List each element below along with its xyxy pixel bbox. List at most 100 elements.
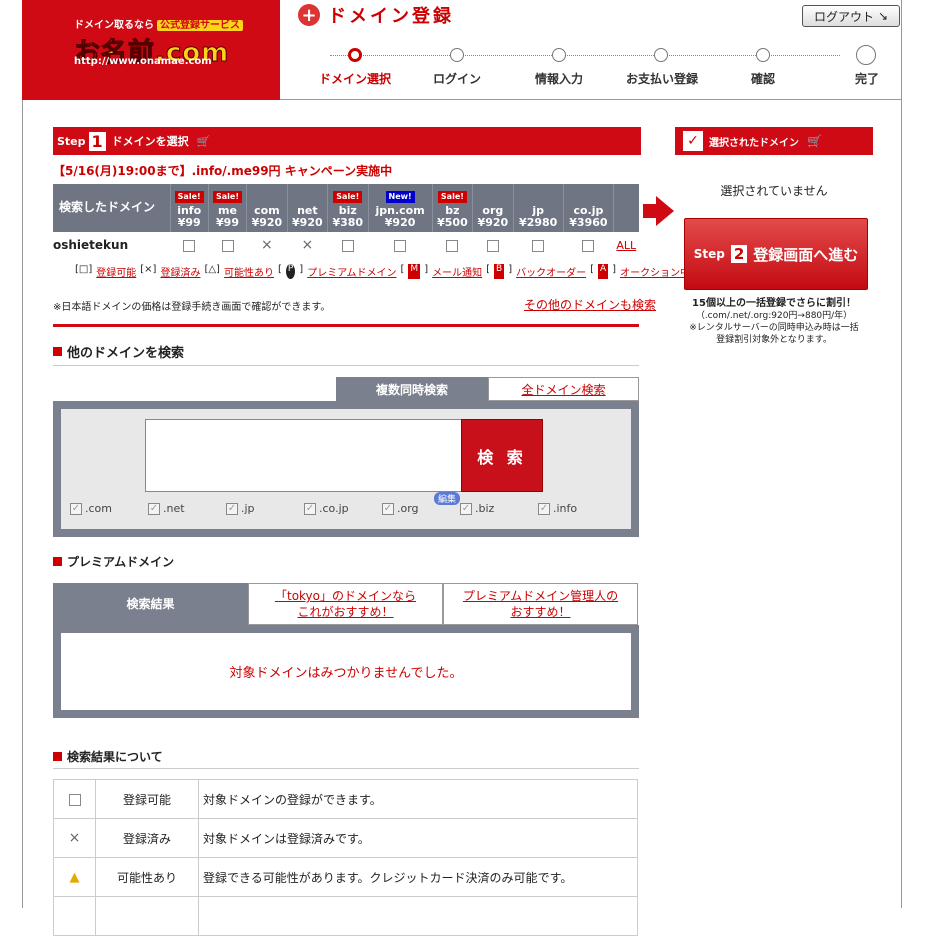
table-row: × 登録済み 対象ドメインは登録済みです。 bbox=[53, 818, 638, 858]
header-searched-domain: 検索したドメイン bbox=[53, 184, 170, 232]
domain-checkbox[interactable] bbox=[341, 239, 354, 252]
premium-section-heading: プレミアムドメイン bbox=[53, 553, 174, 570]
taken-x-icon: × bbox=[261, 237, 273, 253]
legend-premium-link[interactable]: プレミアムドメイン bbox=[307, 264, 396, 279]
premium-icon: P bbox=[285, 264, 296, 279]
domain-checkbox[interactable] bbox=[446, 239, 459, 252]
tab-all-domain-search[interactable]: 全ドメイン検索 bbox=[488, 377, 639, 401]
tld-checkbox-item[interactable]: ✓ .com bbox=[70, 502, 112, 515]
logout-button[interactable]: ログアウト ↘ bbox=[802, 5, 900, 27]
discount-prices: （.com/.net/.org:920円→880円/年） bbox=[695, 311, 853, 321]
domain-status-cell[interactable] bbox=[208, 232, 246, 258]
domain-checkbox[interactable] bbox=[183, 239, 196, 252]
tld-checkbox-item[interactable]: ✓ .org bbox=[382, 502, 419, 515]
tld-checkbox-item[interactable]: ✓ .biz bbox=[460, 502, 494, 515]
tab-tokyo-link[interactable]: 「tokyo」のドメインなら これがおすすめ！ bbox=[275, 588, 416, 620]
tld-checkbox-item[interactable]: ✓ .info bbox=[538, 502, 577, 515]
step-dot-2 bbox=[450, 48, 464, 62]
tld-checkbox-item[interactable]: ✓ .jp bbox=[226, 502, 255, 515]
legend-possible-link[interactable]: 可能性あり bbox=[224, 264, 274, 279]
step-label-6: 完了 bbox=[854, 72, 880, 86]
available-icon bbox=[53, 779, 96, 819]
domain-results-table: 検索したドメイン Sale! info ¥99 Sale! me ¥99 com ¥920 ne… bbox=[53, 184, 639, 258]
results-about-heading: 検索結果について bbox=[53, 748, 163, 765]
square-bullet-icon bbox=[53, 557, 62, 566]
legend-auction-link[interactable]: オークション中 bbox=[620, 264, 690, 279]
domain-status-cell[interactable] bbox=[513, 232, 563, 258]
tab-admin-recommend[interactable]: プレミアムドメイン管理人の おすすめ！ bbox=[443, 583, 638, 625]
step-dot-6 bbox=[856, 45, 876, 65]
section-divider bbox=[53, 324, 639, 327]
table-header-row: 検索したドメイン Sale! info ¥99 Sale! me ¥99 com ¥920 ne… bbox=[53, 184, 639, 232]
domain-status-cell[interactable] bbox=[328, 232, 368, 258]
discount-headline: 15個以上の一括登録でさらに割引！ bbox=[692, 298, 856, 309]
tld-price: ¥380 bbox=[332, 216, 364, 229]
tld-column-header: jp ¥2980 bbox=[512, 184, 564, 232]
domain-checkbox[interactable] bbox=[394, 239, 407, 252]
onamae-logo[interactable]: ドメイン取るなら 公式登録サービス お名前.com http://www.onam… bbox=[22, 0, 280, 100]
no-selection-text: 選択されていません bbox=[720, 184, 828, 198]
legend: [□] 登録可能 [×] 登録済み [△] 可能性あり [P] プレミアムドメイン [M… bbox=[75, 264, 691, 279]
tab-tokyo-recommend[interactable]: 「tokyo」のドメインなら これがおすすめ！ bbox=[248, 583, 443, 625]
tab-multi-search[interactable]: 複数同時検索 bbox=[336, 377, 488, 401]
domain-status-cell: × bbox=[247, 232, 287, 258]
step-dot-1 bbox=[348, 48, 362, 62]
domain-status-cell[interactable] bbox=[563, 232, 613, 258]
japanese-domain-note: ※日本語ドメインの価格は登録手続き画面で確認ができます。 bbox=[53, 302, 331, 313]
new-badge: New! bbox=[385, 191, 415, 203]
tld-checkbox[interactable]: ✓ bbox=[304, 502, 316, 515]
legend-possible-symbol: [△] bbox=[204, 264, 220, 275]
legend-taken-link[interactable]: 登録済み bbox=[160, 264, 200, 279]
domain-status-cell[interactable] bbox=[170, 232, 208, 258]
step-dot-3 bbox=[552, 48, 566, 62]
legend-backorder-link[interactable]: バックオーダー bbox=[516, 264, 586, 279]
searched-domain-name: oshietekun bbox=[53, 238, 129, 252]
tld-price: ¥500 bbox=[437, 216, 468, 229]
sale-badge: Sale! bbox=[333, 191, 363, 203]
other-domain-search-link[interactable]: その他のドメインも検索 bbox=[524, 296, 656, 313]
select-all-link[interactable]: ALL bbox=[616, 239, 636, 252]
step-dot-4 bbox=[654, 48, 668, 62]
table-row: oshietekun × × ALL bbox=[53, 232, 639, 258]
available-desc: 対象ドメインの登録ができます。 bbox=[198, 779, 638, 819]
tld-checkbox[interactable]: ✓ bbox=[70, 502, 82, 515]
tld-price: ¥920 bbox=[477, 216, 509, 229]
tld-checkbox[interactable]: ✓ bbox=[148, 502, 160, 515]
search-button[interactable]: 検 索 bbox=[461, 419, 543, 492]
sale-badge: Sale! bbox=[174, 191, 204, 203]
domain-checkbox[interactable] bbox=[532, 239, 545, 252]
legend-mail-link[interactable]: メール通知 bbox=[432, 264, 482, 279]
tld-column-header: New! jpn.com ¥920 bbox=[367, 184, 433, 232]
tld-checkbox-item[interactable]: ✓ .net bbox=[148, 502, 185, 515]
step-text: Step bbox=[57, 134, 86, 148]
tld-checkbox[interactable]: ✓ bbox=[538, 502, 550, 515]
campaign-notice: 【5/16(月)19:00まで】.info/.me99円 キャンペーン実施中 bbox=[53, 164, 393, 178]
tld-checkbox[interactable]: ✓ bbox=[382, 502, 394, 515]
domain-checkbox[interactable] bbox=[221, 239, 234, 252]
legend-available-link[interactable]: 登録可能 bbox=[96, 264, 136, 279]
logout-label: ログアウト bbox=[813, 9, 874, 24]
tab-admin-link[interactable]: プレミアムドメイン管理人の おすすめ！ bbox=[463, 588, 618, 620]
tab-all-domain-link[interactable]: 全ドメイン検索 bbox=[521, 381, 605, 398]
domain-status-cell[interactable] bbox=[473, 232, 513, 258]
domain-status-cell[interactable] bbox=[368, 232, 432, 258]
proceed-to-register-button[interactable]: Step 2 登録画面へ進む bbox=[684, 218, 868, 290]
tld-column-header: org ¥920 bbox=[472, 184, 514, 232]
header: ドメイン取るなら 公式登録サービス お名前.com http://www.onam… bbox=[22, 0, 902, 100]
tld-price: ¥920 bbox=[384, 216, 416, 229]
discount-note-2: 登録割引対象外となります。 bbox=[716, 335, 832, 345]
domain-search-textarea[interactable] bbox=[145, 419, 462, 492]
logo-url: http://www.onamae.com bbox=[74, 56, 212, 67]
edit-tld-button[interactable]: 編集 bbox=[434, 492, 461, 505]
tab-search-results[interactable]: 検索結果 bbox=[53, 583, 248, 625]
tld-checkbox-item[interactable]: ✓ .co.jp bbox=[304, 502, 349, 515]
sale-badge: Sale! bbox=[213, 191, 242, 203]
domain-checkbox[interactable] bbox=[582, 239, 595, 252]
tld-checkbox[interactable]: ✓ bbox=[226, 502, 238, 515]
domain-status-cell[interactable] bbox=[432, 232, 472, 258]
discount-note-1: ※レンタルサーバーの同時申込み時は一括 bbox=[689, 323, 859, 333]
domain-checkbox[interactable] bbox=[486, 239, 499, 252]
taken-x-icon: × bbox=[53, 818, 96, 858]
tld-checkbox[interactable]: ✓ bbox=[460, 502, 472, 515]
tld-checkbox-label: .biz bbox=[475, 502, 495, 515]
